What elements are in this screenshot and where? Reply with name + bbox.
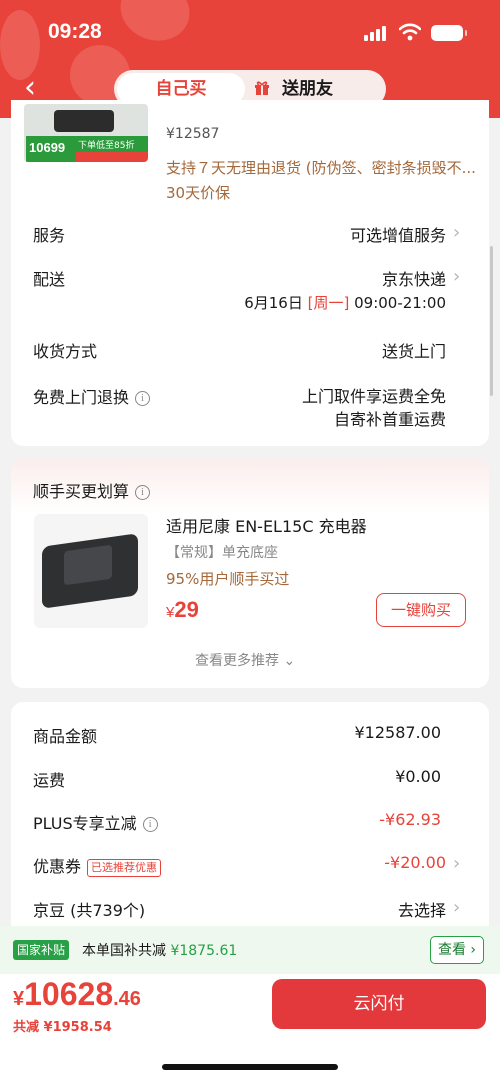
price-protection-note: 30天价保 <box>166 184 231 202</box>
info-icon[interactable]: i <box>135 485 151 500</box>
chevron-right-icon: › <box>453 897 461 918</box>
total-integer: 10628 <box>24 976 114 1012</box>
chevron-right-icon: › <box>453 266 461 287</box>
service-label: 服务 <box>33 226 66 245</box>
info-icon[interactable]: i <box>135 391 151 406</box>
product-price: ¥12587 <box>166 126 220 142</box>
wifi-icon <box>399 23 421 41</box>
addon-price-value: 29 <box>174 597 199 622</box>
delivery-weekday: [周一] <box>307 294 350 312</box>
free-return-label: 免费上门退换 i <box>33 384 151 408</box>
chevron-right-icon: › <box>453 853 461 874</box>
coupon-label: 优惠券 已选推荐优惠 <box>33 853 162 877</box>
back-icon[interactable]: ‹ <box>24 73 44 103</box>
addon-spec: 【常规】单充底座 <box>166 545 278 561</box>
product-thumbnail[interactable]: 10699 下单低至85折 <box>24 104 148 162</box>
thumbnail-promo: 下单低至85折 <box>76 136 148 152</box>
coupon-value[interactable]: -¥20.00 <box>384 853 446 872</box>
addon-title-text: 顺手买更划算 <box>33 482 130 501</box>
total-price: ¥10628.46 <box>13 976 141 1013</box>
jd-beans-label: 京豆 (共739个) <box>33 901 146 920</box>
addon-title: 顺手买更划算 i <box>33 478 151 502</box>
pay-button[interactable]: 云闪付 <box>272 979 486 1029</box>
thumbnail-price: 10699 <box>26 136 76 162</box>
shipping-label: 运费 <box>33 771 66 790</box>
delivery-value[interactable]: 京东快递 <box>382 266 446 290</box>
total-decimal: .46 <box>113 988 141 1010</box>
addon-rate: 95%用户顺手买过 <box>166 570 290 588</box>
receive-method-label: 收货方式 <box>33 342 98 361</box>
coupon-selected-tag: 已选推荐优惠 <box>87 858 162 877</box>
return-policy-note[interactable]: 支持７天无理由退货 (防伪签、密封条损毁不... <box>166 157 476 178</box>
charger-image[interactable] <box>34 514 148 628</box>
status-bar: 09:28 <box>0 0 500 60</box>
plus-discount-text: PLUS专享立减 <box>33 814 137 833</box>
subsidy-bar <box>0 926 500 974</box>
delivery-time[interactable]: 6月16日 [周一] 09:00-21:00 <box>244 292 446 313</box>
home-indicator[interactable] <box>162 1064 338 1070</box>
info-icon[interactable]: i <box>142 817 158 832</box>
more-recommendations-link[interactable]: 查看更多推荐 ⌄ <box>195 650 295 670</box>
chevron-right-icon: › <box>453 222 461 243</box>
receive-method-value: 送货上门 <box>381 342 446 361</box>
status-time: 09:28 <box>48 20 102 43</box>
addon-name[interactable]: 适用尼康 EN-EL15C 充电器 <box>166 513 367 537</box>
thumbnail-promo-strip <box>76 152 148 162</box>
view-subsidy-button[interactable]: 查看 › <box>430 936 484 964</box>
free-return-line2: 自寄补首重运费 <box>333 410 446 429</box>
view-subsidy-label: 查看 <box>437 942 466 958</box>
shipping-value: ¥0.00 <box>395 767 441 786</box>
free-return-line1: 上门取件享运费全免 <box>301 387 446 406</box>
subsidy-text: 本单国补共减 ¥1875.61 <box>82 940 237 960</box>
scrollbar[interactable] <box>490 246 493 396</box>
plus-discount-label: PLUS专享立减 i <box>33 810 158 834</box>
charger-slot <box>64 544 112 586</box>
subsidy-label: 本单国补共减 <box>82 943 166 959</box>
total-currency: ¥ <box>13 988 25 1010</box>
delivery-time-range: 09:00-21:00 <box>354 294 446 312</box>
goods-amount-value: ¥12587.00 <box>354 723 441 742</box>
service-value[interactable]: 可选增值服务 <box>350 222 446 246</box>
one-click-buy-button[interactable]: 一键购买 <box>376 593 466 627</box>
coupon-text: 优惠券 <box>33 857 82 876</box>
national-subsidy-tag: 国家补贴 <box>13 940 70 960</box>
jd-beans-value[interactable]: 去选择 <box>398 897 446 921</box>
battery-icon <box>431 25 467 41</box>
addon-price: ¥29 <box>166 597 199 623</box>
delivery-label: 配送 <box>33 270 66 289</box>
subsidy-amount: ¥1875.61 <box>170 943 238 959</box>
camera-image <box>54 110 114 132</box>
delivery-date: 6月16日 <box>244 294 303 312</box>
goods-amount-label: 商品金额 <box>33 727 98 746</box>
cellular-signal-icon <box>364 25 390 41</box>
plus-discount-value: -¥62.93 <box>379 810 441 829</box>
total-saved: 共减 ¥1958.54 <box>13 1020 112 1035</box>
free-return-text: 免费上门退换 <box>33 388 130 407</box>
chevron-right-icon: › <box>465 942 477 958</box>
